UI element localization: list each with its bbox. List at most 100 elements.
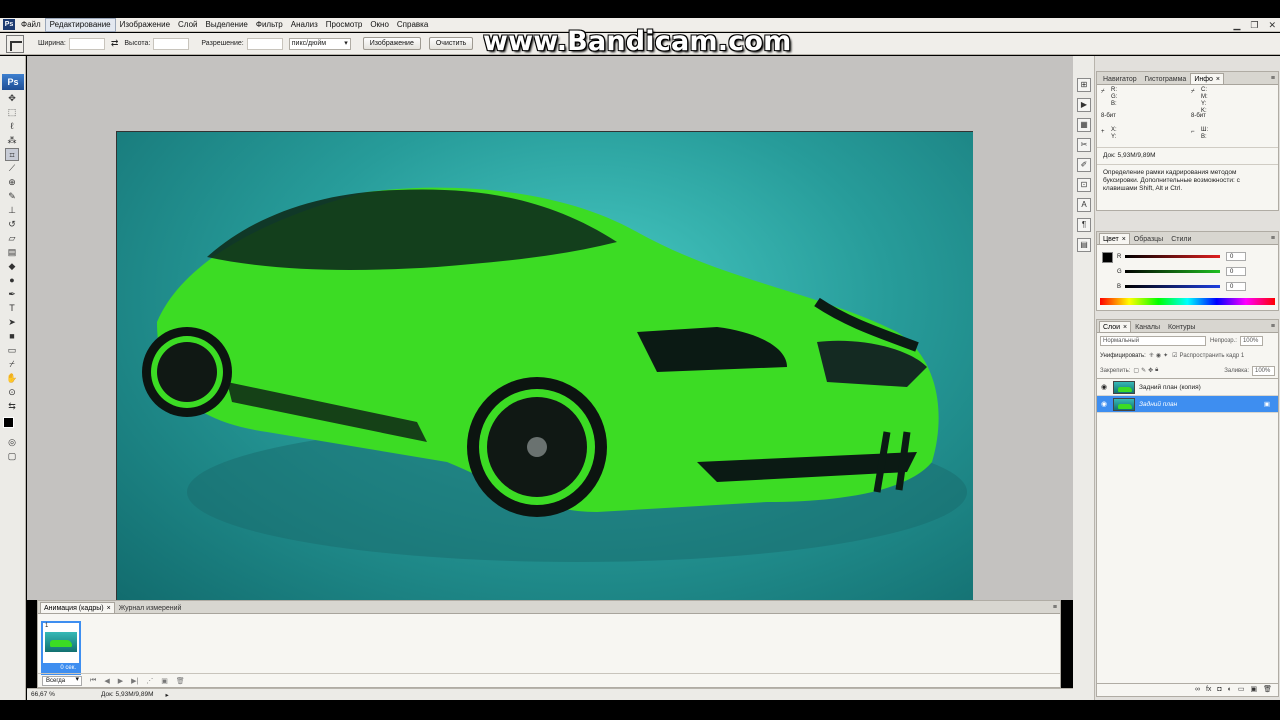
eye-icon[interactable]: ◉ [1099,400,1109,408]
unify-style-icon[interactable]: ✦ [1163,352,1168,359]
actions-panel-icon[interactable]: ▶ [1077,98,1091,112]
height-input[interactable] [153,37,190,50]
screen-mode-icon[interactable]: ▢ [5,450,19,463]
lock-pixels-icon[interactable]: ✎ [1141,367,1146,374]
tab-layers[interactable]: Слои × [1099,321,1132,332]
marquee-tool-icon[interactable]: ⬚ [5,106,19,119]
duplicate-frame-icon[interactable]: ▣ [161,677,168,685]
paragraph-panel-icon[interactable]: ¶ [1077,218,1091,232]
red-slider[interactable] [1125,255,1220,258]
history-brush-tool-icon[interactable]: ↺ [5,218,19,231]
tab-histogram[interactable]: Гистограмма [1141,73,1191,84]
layer-comps-panel-icon[interactable]: ▤ [1077,238,1091,252]
menu-layer[interactable]: Слой [174,18,201,32]
close-icon[interactable]: ✕ [1268,20,1276,31]
slice-tool-icon[interactable]: ⟋ [5,162,19,175]
zoom-level[interactable]: 66,67 % [31,691,91,698]
tab-color[interactable]: Цвет × [1099,233,1130,244]
crop-tool-preset-icon[interactable] [6,34,24,53]
menu-select[interactable]: Выделение [201,18,251,32]
blur-tool-icon[interactable]: ◆ [5,260,19,273]
menu-help[interactable]: Справка [393,18,432,32]
layer-style-icon[interactable]: fx [1206,684,1211,696]
maximize-icon[interactable]: ❐ [1250,20,1258,31]
gradient-tool-icon[interactable]: ▤ [5,246,19,259]
blend-mode-select[interactable]: Нормальный [1100,335,1206,346]
foreground-color-swatch[interactable] [3,417,14,428]
path-selection-tool-icon[interactable]: ➤ [5,316,19,329]
quick-mask-icon[interactable]: ◎ [5,436,19,449]
green-value-input[interactable]: 0 [1226,267,1246,276]
panel-menu-icon[interactable]: ≡ [1271,321,1278,332]
navigator-panel-icon[interactable]: ⊞ [1077,78,1091,92]
eye-icon[interactable]: ◉ [1099,383,1109,391]
move-tool-icon[interactable]: ✥ [5,92,19,105]
menu-window[interactable]: Окно [366,18,393,32]
layer-row[interactable]: ◉ Задний план ▣ [1097,396,1278,413]
brushes-panel-icon[interactable]: ✐ [1077,158,1091,172]
first-frame-icon[interactable]: ⏮ [90,677,96,685]
blue-slider[interactable] [1125,285,1220,288]
panel-menu-icon[interactable]: ≡ [1271,233,1278,244]
tab-paths[interactable]: Контуры [1164,321,1199,332]
dodge-tool-icon[interactable]: ● [5,274,19,287]
clear-button[interactable]: Очистить [428,37,474,50]
lock-position-icon[interactable]: ✥ [1148,367,1153,374]
add-mask-icon[interactable]: ◘ [1217,684,1221,696]
tab-styles[interactable]: Стили [1167,233,1195,244]
menu-image[interactable]: Изображение [116,18,174,32]
hand-tool-icon[interactable]: ✋ [5,372,19,385]
menu-analysis[interactable]: Анализ [287,18,322,32]
eyedropper-tool-icon[interactable]: ⌿ [5,358,19,371]
lock-transparent-icon[interactable]: ▢ [1133,367,1139,374]
crop-tool-icon[interactable]: ⌗ [5,148,19,161]
tab-animation[interactable]: Анимация (кадры) × [40,602,115,613]
status-doc-size[interactable]: Док: 5,93M/9,89M [101,691,153,698]
unify-visibility-icon[interactable]: ◉ [1156,352,1161,359]
document-canvas[interactable] [116,131,973,600]
character-panel-icon[interactable]: A [1077,198,1091,212]
menu-filter[interactable]: Фильтр [252,18,287,32]
loop-options-select[interactable]: Всегда [42,675,82,686]
histogram-panel-icon[interactable]: ▦ [1077,118,1091,132]
new-layer-icon[interactable]: ▣ [1250,684,1257,696]
delete-frame-icon[interactable]: 🗑︎ [176,677,185,685]
opacity-input[interactable]: 100% [1239,335,1263,346]
previous-frame-icon[interactable]: ◀ [104,677,109,685]
resolution-units-select[interactable]: пикс/дюйм [288,37,351,50]
notes-tool-icon[interactable]: ▭ [5,344,19,357]
brush-tool-icon[interactable]: ✎ [5,190,19,203]
minimize-icon[interactable]: ▁ [1233,20,1240,31]
front-image-button[interactable]: Изображение [362,37,421,50]
panel-menu-icon[interactable]: ≡ [1271,73,1278,84]
green-slider[interactable] [1125,270,1220,273]
lock-all-icon[interactable]: 🔒︎ [1155,367,1158,374]
status-menu-icon[interactable]: ▸ [165,691,168,699]
swap-dimensions-icon[interactable]: ⇄ [111,38,119,49]
tab-navigator[interactable]: Навигатор [1099,73,1141,84]
delete-layer-icon[interactable]: 🗑︎ [1263,684,1272,696]
layer-row[interactable]: ◉ Задний план (копия) [1097,379,1278,396]
tool-presets-panel-icon[interactable]: ✂ [1077,138,1091,152]
resolution-input[interactable] [246,37,283,50]
tab-swatches[interactable]: Образцы [1130,233,1167,244]
tab-close-icon[interactable]: × [107,605,111,612]
color-spectrum-bar[interactable] [1100,298,1275,305]
tab-info[interactable]: Инфо × [1190,73,1224,84]
color-foreground-swatch[interactable] [1102,252,1113,263]
magic-wand-tool-icon[interactable]: ⁂ [5,134,19,147]
width-input[interactable] [68,37,105,50]
ps-app-icon[interactable]: Ps [3,19,15,30]
tab-close-icon[interactable]: × [1123,324,1127,331]
zoom-tool-icon[interactable]: ⊙ [5,386,19,399]
menu-edit[interactable]: Редактирование [44,17,116,32]
lasso-tool-icon[interactable]: ℓ [5,120,19,133]
type-tool-icon[interactable]: T [5,302,19,315]
frame-delay-select[interactable]: 0 сек. [43,663,79,673]
shape-tool-icon[interactable]: ■ [5,330,19,343]
healing-brush-tool-icon[interactable]: ⊕ [5,176,19,189]
menu-file[interactable]: Файл [17,18,45,32]
next-frame-icon[interactable]: ▶| [131,677,138,685]
tab-channels[interactable]: Каналы [1131,321,1164,332]
clone-source-panel-icon[interactable]: ⊡ [1077,178,1091,192]
